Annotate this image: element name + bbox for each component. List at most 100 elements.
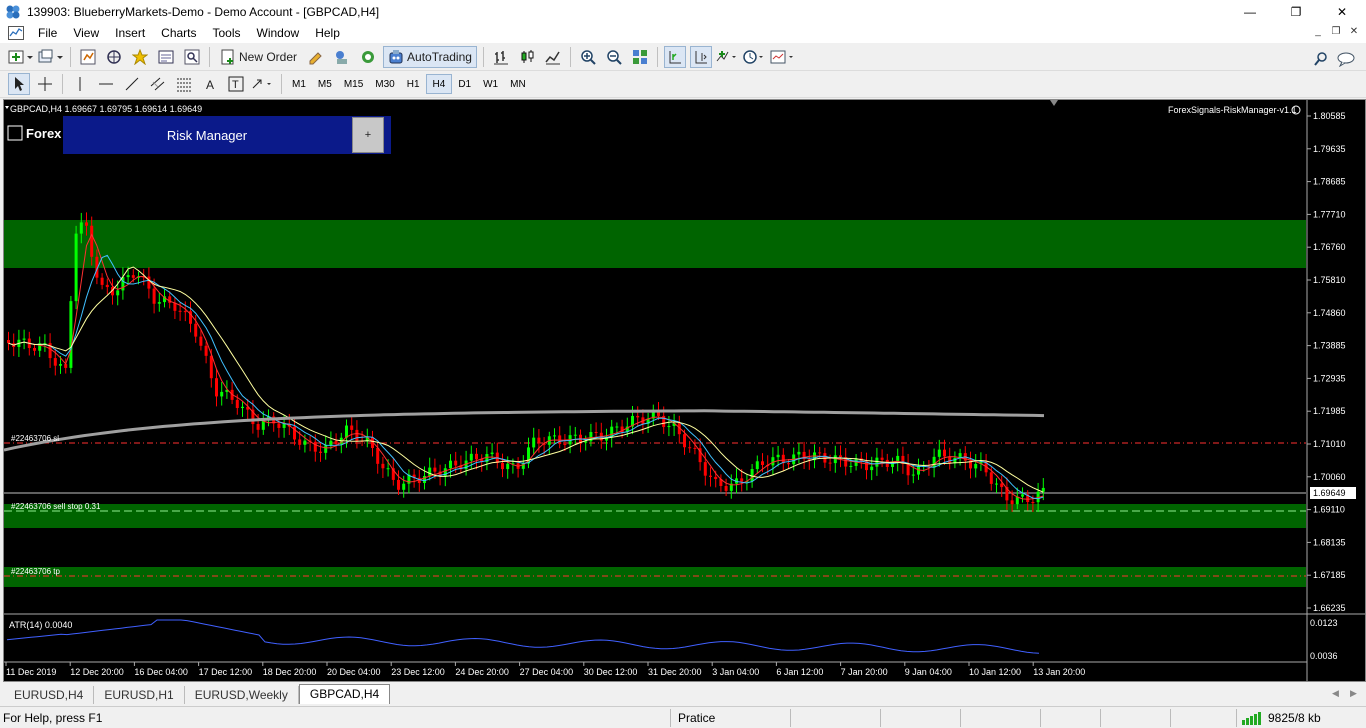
menu-help[interactable]: Help [307,26,348,40]
cursor-icon[interactable] [8,73,30,95]
equidistant-channel-icon[interactable] [147,73,169,95]
candle-body [818,452,822,454]
menu-window[interactable]: Window [249,26,308,40]
line-chart-icon[interactable] [542,46,564,68]
close-button[interactable]: ✕ [1319,0,1365,23]
candle-body [501,462,504,470]
timeframe-m1[interactable]: M1 [286,74,312,94]
text-label-icon[interactable]: T [225,73,247,95]
minimize-button[interactable]: — [1227,0,1273,23]
templates-icon[interactable] [770,46,796,68]
candle-body [594,432,598,434]
menu-charts[interactable]: Charts [153,26,204,40]
zone-tp [4,567,1306,587]
metaeditor-icon[interactable] [305,46,327,68]
timeframe-h1[interactable]: H1 [401,74,426,94]
vertical-line-icon[interactable] [69,73,91,95]
risk-manager-panel[interactable]: Risk Manager [63,116,391,154]
candle-body [298,439,302,445]
navigator-icon[interactable] [129,46,151,68]
arrows-icon[interactable] [251,73,275,95]
price-axis-label: 1.69110 [1313,505,1345,515]
fibonacci-icon[interactable] [173,73,195,95]
timeframe-h4[interactable]: H4 [425,74,453,94]
auto-scroll-icon[interactable] [663,46,686,68]
profiles-icon[interactable] [38,46,64,68]
candle-body [974,464,978,469]
market-watch-icon[interactable] [77,46,99,68]
price-axis-label: 1.73885 [1313,341,1346,351]
mdi-restore-icon[interactable]: ❐ [1328,26,1344,37]
tab-gbpcad-h4[interactable]: GBPCAD,H4 [298,684,391,704]
chart-window[interactable]: GBPCAD,H4 1.69667 1.69795 1.69614 1.6964… [3,99,1366,682]
signals-icon[interactable] [331,46,353,68]
candle-body [989,472,993,484]
candle-body [449,460,452,469]
trendline-icon[interactable] [121,73,143,95]
crosshair-icon[interactable] [34,73,56,95]
chart-shift-marker[interactable] [1050,100,1058,106]
new-chart-icon[interactable] [8,46,34,68]
periods-icon[interactable] [742,46,766,68]
tab-eurusd-h1[interactable]: EURUSD,H1 [94,686,185,704]
menu-tools[interactable]: Tools [205,26,249,40]
strategy-tester-icon[interactable] [181,46,203,68]
candle-body [709,475,712,477]
status-divider [960,709,961,727]
zoom-in-icon[interactable] [577,46,599,68]
indicators-icon[interactable] [716,46,738,68]
timeframe-m30[interactable]: M30 [369,74,400,94]
symbol-dropdown-icon[interactable] [5,106,9,109]
autotrading-button[interactable]: AutoTrading [383,46,477,68]
candle-body [839,455,842,458]
text-icon[interactable]: A [199,73,221,95]
candle-body [755,461,759,470]
restore-button[interactable]: ❐ [1273,0,1319,23]
tab-scroll-right-icon[interactable]: ▶ [1350,688,1357,699]
candle-body [7,340,10,344]
candle-body [209,355,213,379]
candlestick-icon[interactable] [516,46,538,68]
menu-file[interactable]: File [30,26,65,40]
timeframe-d1[interactable]: D1 [452,74,477,94]
price-chart[interactable]: GBPCAD,H4 1.69667 1.69795 1.69614 1.6964… [3,100,1365,681]
tab-eurusd-h4[interactable]: EURUSD,H4 [4,686,95,704]
chart-shift-icon[interactable] [689,46,712,68]
candle-body [776,454,780,458]
tab-scroll-left-icon[interactable]: ◀ [1332,688,1339,699]
new-order-button[interactable]: New Order [216,46,301,68]
data-window-icon[interactable] [103,46,125,68]
risk-manager-title[interactable]: Risk Manager [63,116,351,154]
candle-body [33,348,36,351]
candle-body [256,424,260,430]
zone-sell-stop [4,504,1306,528]
timeframe-w1[interactable]: W1 [477,74,504,94]
chat-icon[interactable] [1336,48,1358,70]
candle-body [1031,502,1035,504]
menu-view[interactable]: View [65,26,107,40]
tab-eurusd-weekly[interactable]: EURUSD,Weekly [185,686,299,704]
bar-chart-icon[interactable] [490,46,512,68]
status-divider [790,709,791,727]
time-axis-label: 31 Dec 20:00 [648,667,702,677]
mdi-close-icon[interactable]: ✕ [1346,26,1362,37]
forexsignals-logo-icon [7,125,23,141]
menu-insert[interactable]: Insert [107,26,153,40]
timeframe-m5[interactable]: M5 [312,74,338,94]
risk-manager-expand-button[interactable]: + [352,117,384,153]
candle-body [79,222,83,234]
zoom-out-icon[interactable] [603,46,625,68]
mdi-minimize-icon[interactable]: _ [1310,26,1326,37]
tile-windows-icon[interactable] [629,46,651,68]
candle-body [750,469,754,482]
terminal-icon[interactable] [155,46,177,68]
toolbar-separator [569,47,571,67]
time-axis-label: 7 Jan 20:00 [841,667,888,677]
candle-body [870,466,874,471]
candle-body [53,358,57,366]
horizontal-line-icon[interactable] [95,73,117,95]
market-icon[interactable] [357,46,379,68]
search-icon[interactable] [1310,48,1332,70]
timeframe-mn[interactable]: MN [504,74,532,94]
timeframe-m15[interactable]: M15 [338,74,369,94]
